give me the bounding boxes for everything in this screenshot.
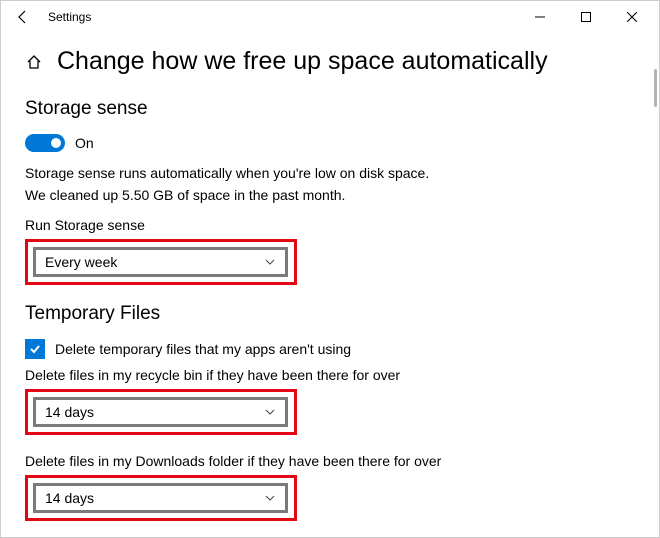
downloads-label: Delete files in my Downloads folder if t… — [25, 453, 635, 469]
home-icon — [25, 53, 43, 71]
highlight-3: 14 days — [25, 475, 297, 521]
toggle-knob — [51, 138, 61, 148]
page-header: Change how we free up space automaticall… — [25, 47, 635, 76]
downloads-dropdown[interactable]: 14 days — [33, 483, 288, 513]
home-button[interactable] — [25, 53, 43, 71]
window-title: Settings — [48, 10, 91, 24]
titlebar: Settings — [1, 1, 659, 33]
close-button[interactable] — [609, 1, 655, 33]
storage-sense-toggle-row: On — [25, 134, 635, 152]
run-storage-sense-label: Run Storage sense — [25, 217, 635, 233]
highlight-2: 14 days — [25, 389, 297, 435]
chevron-down-icon — [264, 406, 276, 418]
temporary-files-heading: Temporary Files — [25, 303, 635, 325]
checkmark-icon — [28, 342, 42, 356]
dropdown-value: 14 days — [45, 404, 94, 420]
scrollbar-thumb[interactable] — [654, 69, 657, 107]
storage-desc-1: Storage sense runs automatically when yo… — [25, 164, 635, 184]
window-controls — [517, 1, 655, 33]
storage-sense-toggle[interactable] — [25, 134, 65, 152]
run-storage-sense-dropdown[interactable]: Every week — [33, 247, 288, 277]
delete-temp-files-checkbox[interactable] — [25, 339, 45, 359]
toggle-state-label: On — [75, 135, 94, 151]
recycle-bin-label: Delete files in my recycle bin if they h… — [25, 367, 635, 383]
highlight-1: Every week — [25, 239, 297, 285]
storage-desc-2: We cleaned up 5.50 GB of space in the pa… — [25, 186, 635, 206]
arrow-left-icon — [15, 9, 31, 25]
content-area: Change how we free up space automaticall… — [1, 33, 659, 537]
page-title: Change how we free up space automaticall… — [57, 47, 548, 76]
chevron-down-icon — [264, 492, 276, 504]
dropdown-value: Every week — [45, 254, 117, 270]
minimize-button[interactable] — [517, 1, 563, 33]
minimize-icon — [535, 12, 545, 22]
maximize-icon — [581, 12, 591, 22]
recycle-bin-dropdown[interactable]: 14 days — [33, 397, 288, 427]
maximize-button[interactable] — [563, 1, 609, 33]
dropdown-value: 14 days — [45, 490, 94, 506]
delete-temp-files-row: Delete temporary files that my apps aren… — [25, 339, 635, 359]
delete-temp-files-label: Delete temporary files that my apps aren… — [55, 341, 351, 357]
chevron-down-icon — [264, 256, 276, 268]
storage-sense-heading: Storage sense — [25, 98, 635, 120]
back-button[interactable] — [5, 1, 40, 33]
close-icon — [627, 12, 637, 22]
